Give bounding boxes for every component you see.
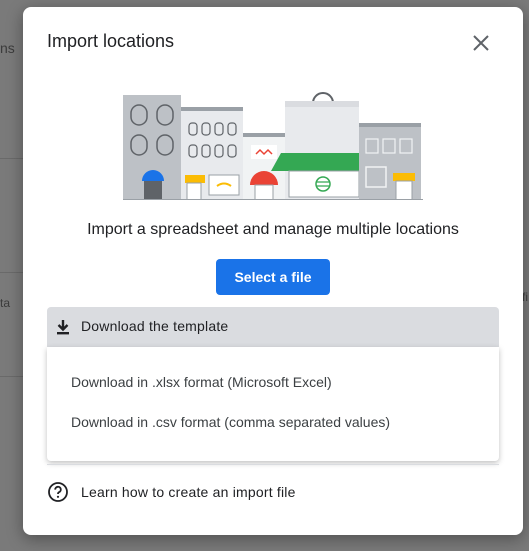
download-format-menu: Download in .xlsx format (Microsoft Exce… — [47, 347, 499, 461]
import-locations-dialog: Import locations Import a spreadsheet an… — [23, 7, 523, 535]
import-help-link[interactable]: Learn how to create an import file — [47, 479, 347, 505]
close-icon — [473, 35, 489, 51]
dialog-subtitle: Import a spreadsheet and manage multiple… — [87, 221, 459, 238]
section-divider — [47, 464, 499, 465]
select-file-button[interactable]: Select a file — [216, 259, 330, 295]
background-divider — [0, 272, 23, 273]
menu-item-csv[interactable]: Download in .csv format (comma separated… — [47, 402, 499, 442]
menu-item-label: Download in .xlsx format (Microsoft Exce… — [71, 374, 332, 390]
menu-item-label: Download in .csv format (comma separated… — [71, 414, 391, 430]
background-divider — [0, 376, 23, 377]
background-text-fragment: ta — [0, 296, 11, 310]
background-divider — [0, 158, 23, 159]
help-circle-icon — [48, 482, 68, 502]
download-template-label: Download the template — [81, 318, 229, 334]
download-template-toggle[interactable]: Download the template — [47, 307, 499, 347]
download-icon — [57, 320, 69, 335]
storefront-illustration — [123, 92, 423, 200]
background-text-fragment: ns — [0, 40, 15, 56]
menu-item-xlsx[interactable]: Download in .xlsx format (Microsoft Exce… — [47, 362, 499, 402]
dialog-title: Import locations — [47, 31, 175, 51]
help-link-label: Learn how to create an import file — [81, 484, 296, 500]
close-button[interactable] — [465, 27, 497, 59]
